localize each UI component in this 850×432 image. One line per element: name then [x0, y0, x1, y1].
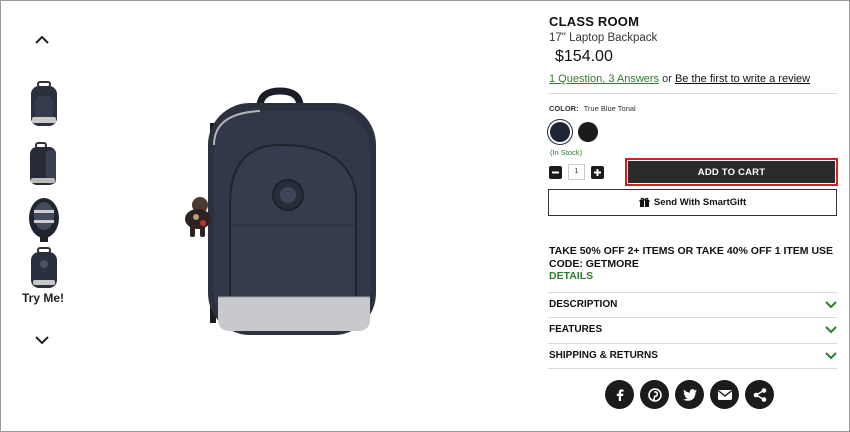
try-me-label[interactable]: Try Me! — [22, 291, 64, 305]
stock-status: (In Stock) — [550, 148, 583, 157]
product-subtitle: 17" Laptop Backpack — [549, 32, 658, 44]
promo-text: TAKE 50% OFF 2+ ITEMS OR TAKE 40% OFF 1 … — [549, 245, 834, 270]
swatch-black[interactable] — [578, 122, 598, 142]
thumbnail-try-me[interactable] — [26, 246, 62, 294]
chevron-down-icon — [825, 351, 837, 359]
smartgift-label: Send With SmartGift — [653, 197, 747, 208]
color-value: True Blue Tonal — [583, 104, 636, 113]
main-product-image — [170, 85, 390, 347]
quantity-input[interactable]: 1 — [568, 164, 585, 180]
chevron-up-icon — [35, 35, 49, 44]
plus-icon — [594, 169, 601, 176]
qa-row: 1 Question, 3 Answers or Be the first to… — [549, 73, 810, 85]
email-icon — [717, 389, 732, 400]
thumbnail-side[interactable] — [26, 140, 62, 188]
swatch-navy[interactable] — [550, 122, 570, 142]
accordion-label: FEATURES — [549, 324, 603, 335]
gift-icon — [639, 197, 650, 208]
accordion-label: SHIPPING & RETURNS — [549, 350, 658, 361]
product-title: CLASS ROOM — [549, 14, 640, 29]
share-button[interactable] — [745, 380, 774, 409]
gallery-down-button[interactable] — [32, 332, 52, 348]
thumbnail-open[interactable] — [26, 196, 62, 244]
facebook-icon — [616, 388, 623, 401]
share-icon — [753, 387, 766, 402]
quantity-minus-button[interactable] — [549, 166, 562, 179]
add-to-cart-button[interactable]: ADD TO CART — [628, 161, 835, 183]
divider — [548, 93, 837, 94]
chevron-down-icon — [825, 325, 837, 333]
color-label: COLOR: — [549, 104, 579, 113]
accordion-description[interactable]: DESCRIPTION — [548, 292, 837, 317]
chevron-down-icon — [35, 336, 49, 345]
facebook-share-button[interactable] — [605, 380, 634, 409]
color-row: COLOR: True Blue Tonal — [549, 104, 636, 113]
qa-or-text: or — [659, 73, 675, 85]
pinterest-icon — [647, 387, 662, 402]
accordion-label: DESCRIPTION — [549, 299, 618, 310]
minus-icon — [552, 171, 559, 174]
smartgift-button[interactable]: Send With SmartGift — [548, 189, 837, 216]
twitter-icon — [682, 388, 697, 401]
details-link[interactable]: DETAILS — [549, 270, 593, 282]
questions-answers-link[interactable]: 1 Question, 3 Answers — [549, 73, 659, 85]
pinterest-share-button[interactable] — [640, 380, 669, 409]
social-share-row — [605, 380, 774, 409]
product-price: $154.00 — [555, 48, 613, 65]
write-review-link[interactable]: Be the first to write a review — [675, 73, 810, 85]
thumbnail-front[interactable] — [26, 80, 62, 128]
quantity-plus-button[interactable] — [591, 166, 604, 179]
gallery-up-button[interactable] — [32, 32, 52, 48]
email-share-button[interactable] — [710, 380, 739, 409]
chevron-down-icon — [825, 300, 837, 308]
accordion-shipping-returns[interactable]: SHIPPING & RETURNS — [548, 343, 837, 368]
accordion-features[interactable]: FEATURES — [548, 317, 837, 342]
divider — [548, 368, 837, 369]
twitter-share-button[interactable] — [675, 380, 704, 409]
